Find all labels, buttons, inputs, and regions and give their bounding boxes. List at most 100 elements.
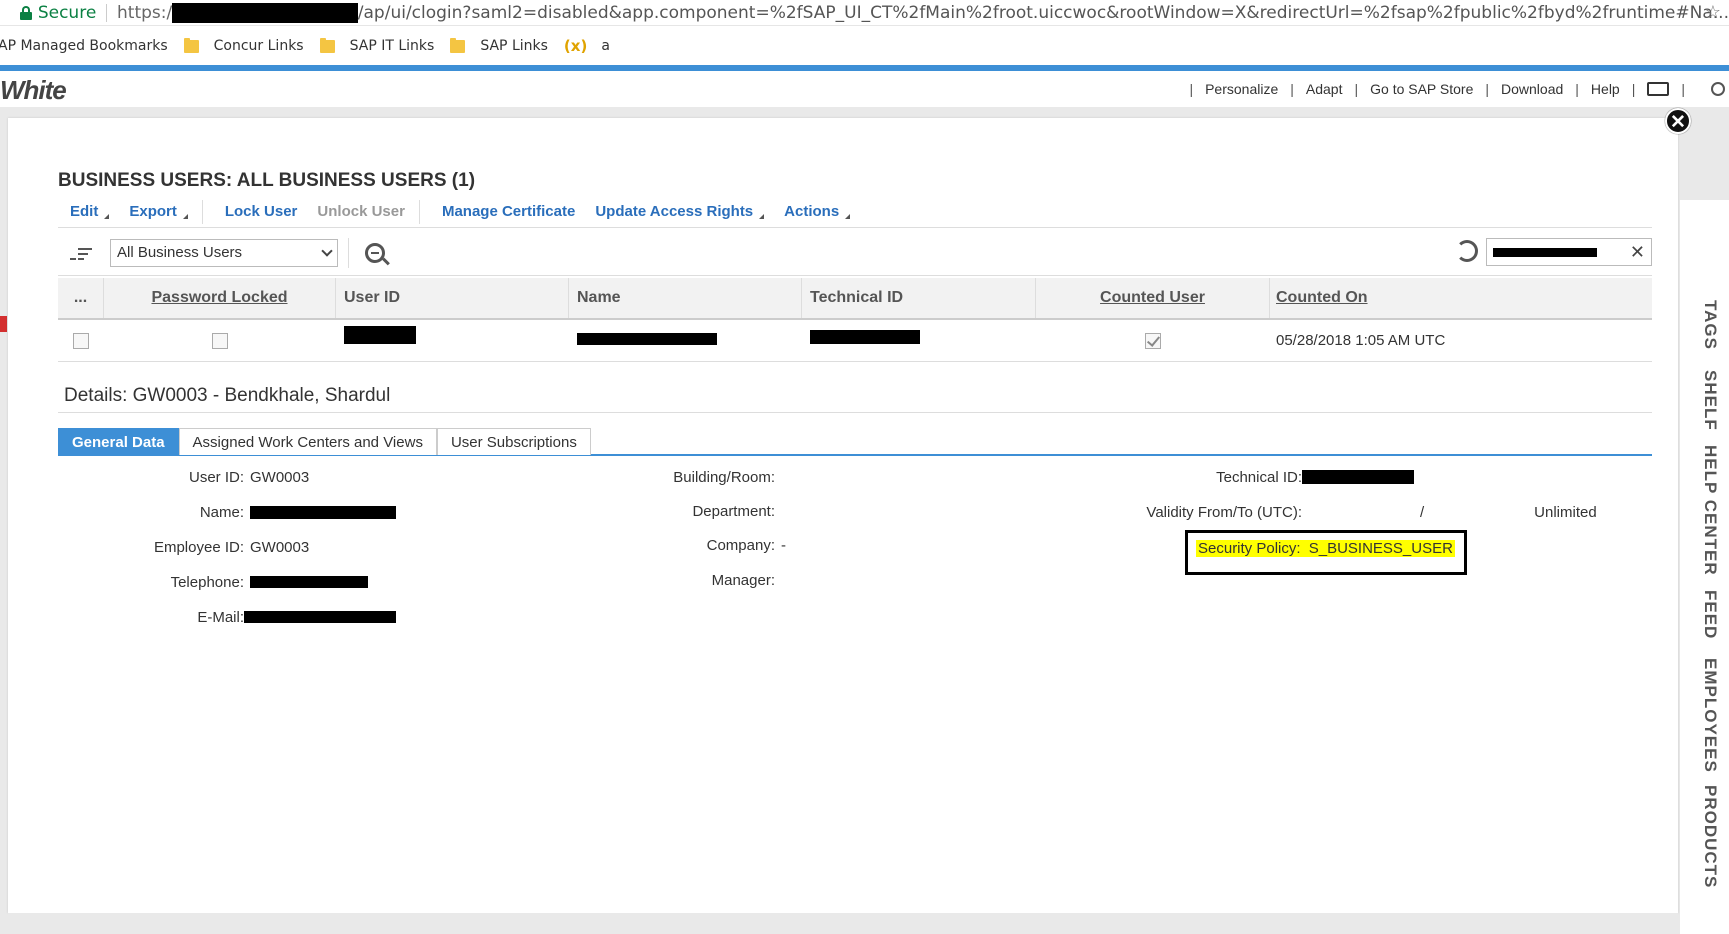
- user-filter-select[interactable]: All Business Users: [110, 238, 338, 267]
- clear-search-icon[interactable]: ✕: [1630, 242, 1645, 263]
- side-tab-tags[interactable]: TAGS: [1700, 300, 1720, 350]
- redacted-search-text: [1493, 247, 1597, 257]
- column-technical-id[interactable]: Technical ID: [802, 278, 1036, 318]
- validity-to-value: Unlimited: [1534, 503, 1597, 521]
- action-toolbar: Edit Export Lock User Unlock User Manage…: [58, 196, 1652, 228]
- variable-icon: (x): [563, 37, 588, 55]
- menu-caret-icon: [182, 214, 188, 219]
- bookmark-label: SAP IT Links: [349, 38, 435, 54]
- edit-menu-button[interactable]: Edit: [70, 203, 110, 220]
- field-email: E-Mail:: [120, 607, 396, 627]
- field-building-room: Building/Room:: [673, 468, 775, 486]
- business-users-table: ... Password Locked User ID Name Technic…: [58, 278, 1652, 362]
- bookmark-label: SAP Links: [480, 38, 548, 54]
- bookmark-a[interactable]: (x) a: [564, 37, 610, 55]
- redacted-telephone: [250, 576, 368, 588]
- bookmark-sap-links[interactable]: SAP Links: [450, 37, 548, 54]
- tab-general-data[interactable]: General Data: [58, 428, 179, 455]
- tab-assigned-work-centers[interactable]: Assigned Work Centers and Views: [178, 428, 437, 455]
- redacted-technical-id: [810, 329, 920, 344]
- side-tab-shelf[interactable]: SHELF: [1700, 370, 1720, 431]
- nav-download[interactable]: Download: [1501, 81, 1563, 97]
- side-tab-employees[interactable]: EMPLOYEES: [1700, 658, 1720, 773]
- advanced-search-icon[interactable]: [365, 242, 385, 263]
- redacted-technical-id-value: [1302, 470, 1414, 484]
- manage-certificate-button[interactable]: Manage Certificate: [442, 203, 575, 220]
- redacted-name: [577, 332, 717, 345]
- field-employee-id: Employee ID: GW0003: [153, 538, 310, 556]
- nav-adapt[interactable]: Adapt: [1306, 81, 1343, 97]
- nav-personalize[interactable]: Personalize: [1205, 81, 1278, 97]
- field-department: Department:: [692, 502, 775, 520]
- bookmark-star-icon[interactable]: ☆: [1705, 2, 1721, 23]
- redacted-email[interactable]: [244, 611, 396, 623]
- bookmark-label: a: [601, 38, 610, 54]
- security-policy-label: Security Policy:: [1198, 539, 1301, 557]
- bookmark-label: AP Managed Bookmarks: [0, 38, 168, 54]
- browser-address-bar[interactable]: Secure https:/ /ap/ui/clogin?saml2=disab…: [0, 0, 1729, 26]
- search-input[interactable]: ✕: [1486, 238, 1652, 266]
- row-select-checkbox[interactable]: [73, 332, 89, 349]
- app-header: White | Personalize | Adapt | Go to SAP …: [0, 71, 1729, 107]
- column-counted-on[interactable]: Counted On: [1270, 278, 1652, 318]
- close-icon[interactable]: ✕: [1665, 108, 1691, 134]
- update-access-rights-button[interactable]: Update Access Rights: [595, 203, 765, 220]
- modal-bottom-bar: [8, 913, 1678, 934]
- export-menu-button[interactable]: Export: [129, 203, 188, 220]
- field-telephone: Telephone:: [120, 572, 368, 592]
- security-policy-value: S_BUSINESS_USER: [1308, 539, 1453, 557]
- actions-menu-button[interactable]: Actions: [784, 203, 851, 220]
- table-header: ... Password Locked User ID Name Technic…: [58, 278, 1652, 320]
- field-manager: Manager:: [711, 571, 775, 589]
- bookmark-managed[interactable]: AP Managed Bookmarks: [0, 38, 168, 54]
- refresh-icon[interactable]: [1456, 240, 1478, 262]
- redacted-name-value: [250, 505, 396, 519]
- filter-bar: All Business Users ✕: [58, 230, 1652, 276]
- folder-icon: [183, 37, 199, 53]
- menu-caret-icon: [845, 214, 851, 219]
- password-locked-checkbox: [212, 332, 228, 349]
- counted-on-value: 05/28/2018 1:05 AM UTC: [1276, 332, 1446, 349]
- column-user-id[interactable]: User ID: [336, 278, 569, 318]
- bookmarks-bar: AP Managed Bookmarks Concur Links SAP IT…: [0, 27, 1729, 65]
- column-name[interactable]: Name: [569, 278, 802, 318]
- side-tab-feed[interactable]: FEED: [1700, 590, 1720, 639]
- chevron-down-icon: [321, 244, 333, 257]
- column-more[interactable]: ...: [58, 278, 104, 318]
- side-tabs: TAGS SHELF HELP CENTER FEED EMPLOYEES PR…: [1680, 200, 1729, 934]
- bookmark-label: Concur Links: [213, 38, 304, 54]
- tab-user-subscriptions[interactable]: User Subscriptions: [436, 428, 591, 455]
- field-name: Name:: [120, 502, 396, 522]
- details-title: Details: GW0003 - Bendkhale, Shardul: [64, 385, 391, 406]
- column-counted-user[interactable]: Counted User: [1036, 278, 1270, 318]
- validity-separator: /: [1420, 503, 1425, 521]
- brand-logo: White: [0, 75, 67, 105]
- monitor-icon[interactable]: [1647, 82, 1670, 96]
- address-separator: [106, 3, 108, 22]
- column-password-locked[interactable]: Password Locked: [104, 278, 336, 318]
- table-row[interactable]: 05/28/2018 1:05 AM UTC: [58, 320, 1652, 362]
- lock-user-button[interactable]: Lock User: [225, 203, 298, 220]
- url-path: /ap/ui/clogin?saml2=disabled&app.compone…: [357, 2, 1729, 23]
- folder-icon: [450, 37, 466, 53]
- top-nav: | Personalize | Adapt | Go to SAP Store …: [1177, 81, 1729, 97]
- details-tabs: General Data Assigned Work Centers and V…: [58, 428, 1652, 456]
- nav-sap-store[interactable]: Go to SAP Store: [1370, 81, 1473, 97]
- nav-help[interactable]: Help: [1591, 81, 1620, 97]
- redacted-user-id[interactable]: [344, 325, 416, 344]
- url-protocol: https:/: [117, 2, 173, 23]
- menu-caret-icon: [104, 214, 110, 219]
- folder-icon: [319, 37, 335, 53]
- bookmark-sap-it[interactable]: SAP IT Links: [319, 37, 435, 54]
- side-tab-products[interactable]: PRODUCTS: [1700, 785, 1720, 888]
- unlock-user-button[interactable]: Unlock User: [317, 203, 405, 220]
- counted-user-checkbox: [1145, 332, 1161, 349]
- power-icon[interactable]: [1711, 82, 1725, 96]
- sort-icon[interactable]: [70, 244, 92, 262]
- side-tab-help-center[interactable]: HELP CENTER: [1700, 445, 1720, 576]
- bookmark-concur[interactable]: Concur Links: [183, 37, 304, 54]
- field-technical-id: Technical ID:: [1100, 467, 1414, 487]
- field-security-policy: Security Policy: S_BUSINESS_USER: [1196, 538, 1455, 558]
- menu-caret-icon: [759, 214, 765, 219]
- filter-selected-value: All Business Users: [117, 244, 243, 261]
